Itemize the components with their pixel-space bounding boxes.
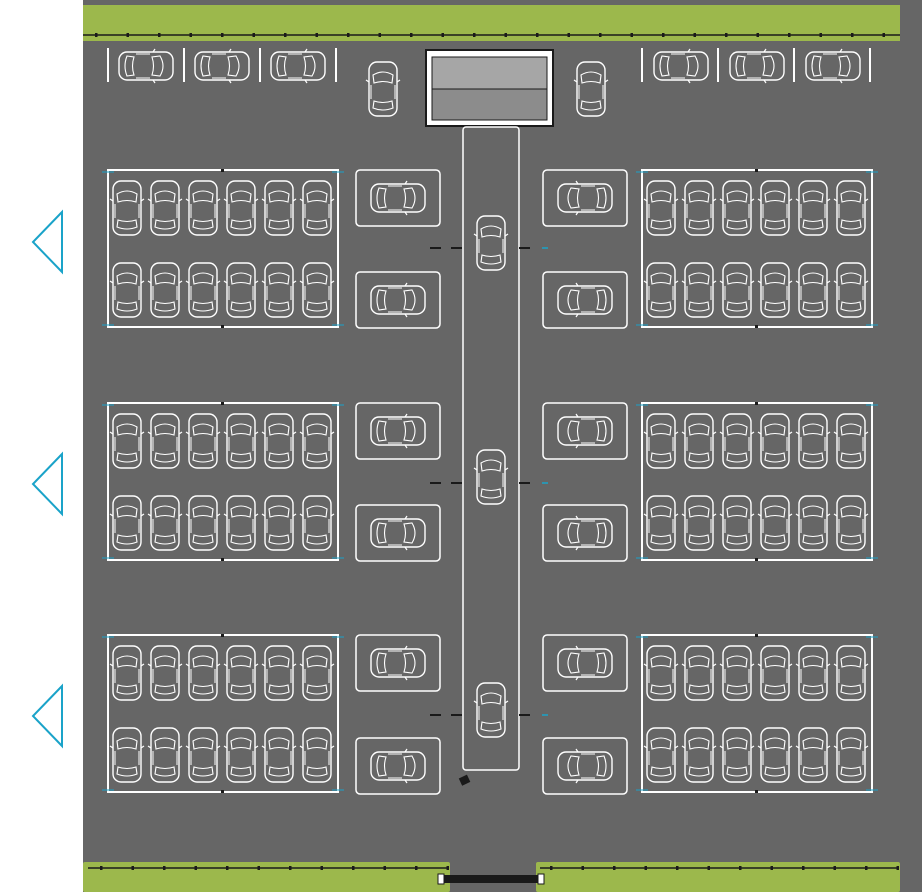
fence-post <box>289 866 292 870</box>
fence-post <box>882 33 885 37</box>
fence-post <box>284 33 287 37</box>
fence-post <box>257 866 260 870</box>
fence-post <box>226 866 229 870</box>
fence-post <box>347 33 350 37</box>
block-marker <box>221 402 224 405</box>
fence-post <box>756 33 759 37</box>
fence-post <box>95 33 98 37</box>
fence-post <box>163 866 166 870</box>
fence-post <box>315 33 318 37</box>
fence-post <box>676 866 679 870</box>
fence-post <box>599 33 602 37</box>
parking-lot-diagram <box>0 0 922 892</box>
fence-post <box>415 866 418 870</box>
fence-post <box>770 866 773 870</box>
fence-post <box>693 33 696 37</box>
fence-post <box>410 33 413 37</box>
fence-post <box>100 866 103 870</box>
building-roof-upper <box>431 56 548 90</box>
left-chevron-arrow-icon <box>31 683 63 749</box>
fence-post <box>644 866 647 870</box>
fence-post <box>581 866 584 870</box>
asphalt-surface <box>83 0 922 892</box>
block-marker <box>221 558 224 561</box>
block-marker <box>221 634 224 637</box>
fence-post <box>126 33 129 37</box>
fence-post <box>613 866 616 870</box>
fence-post <box>252 33 255 37</box>
fence-post <box>833 866 836 870</box>
fence-post <box>896 866 899 870</box>
fence-post <box>788 33 791 37</box>
gate-post-right <box>537 873 545 885</box>
fence-post <box>550 866 553 870</box>
block-marker <box>755 325 758 328</box>
fence-post <box>473 33 476 37</box>
block-marker <box>755 169 758 172</box>
fence-post <box>446 866 449 870</box>
fence-post <box>707 866 710 870</box>
fence-post <box>504 33 507 37</box>
block-marker <box>755 634 758 637</box>
fence-post <box>851 33 854 37</box>
fence-post <box>536 33 539 37</box>
fence-post <box>662 33 665 37</box>
entrance-gate-bar <box>441 875 541 883</box>
block-marker <box>221 169 224 172</box>
fence-post <box>802 866 805 870</box>
block-marker <box>221 325 224 328</box>
fence-post <box>441 33 444 37</box>
left-chevron-arrow-icon <box>31 451 63 517</box>
parking-lot-svg <box>31 0 922 892</box>
fence-post <box>189 33 192 37</box>
block-marker <box>755 402 758 405</box>
block-marker <box>221 790 224 793</box>
fence-post <box>630 33 633 37</box>
fence-post <box>378 33 381 37</box>
left-chevron-arrow-icon <box>31 209 63 275</box>
fence-post <box>131 866 134 870</box>
fence-post <box>725 33 728 37</box>
fence-post <box>352 866 355 870</box>
fence-post <box>320 866 323 870</box>
block-marker <box>755 558 758 561</box>
fence-post <box>383 866 386 870</box>
block-marker <box>755 790 758 793</box>
fence-post <box>194 866 197 870</box>
fence-post <box>221 33 224 37</box>
fence-post <box>567 33 570 37</box>
gate-post-left <box>437 873 445 885</box>
fence-post <box>158 33 161 37</box>
building-roof-lower <box>431 88 548 121</box>
fence-post <box>819 33 822 37</box>
fence-post <box>739 866 742 870</box>
grass-strip-bottom-right <box>536 862 900 892</box>
grass-strip-bottom-left <box>83 862 450 892</box>
fence-post <box>865 866 868 870</box>
